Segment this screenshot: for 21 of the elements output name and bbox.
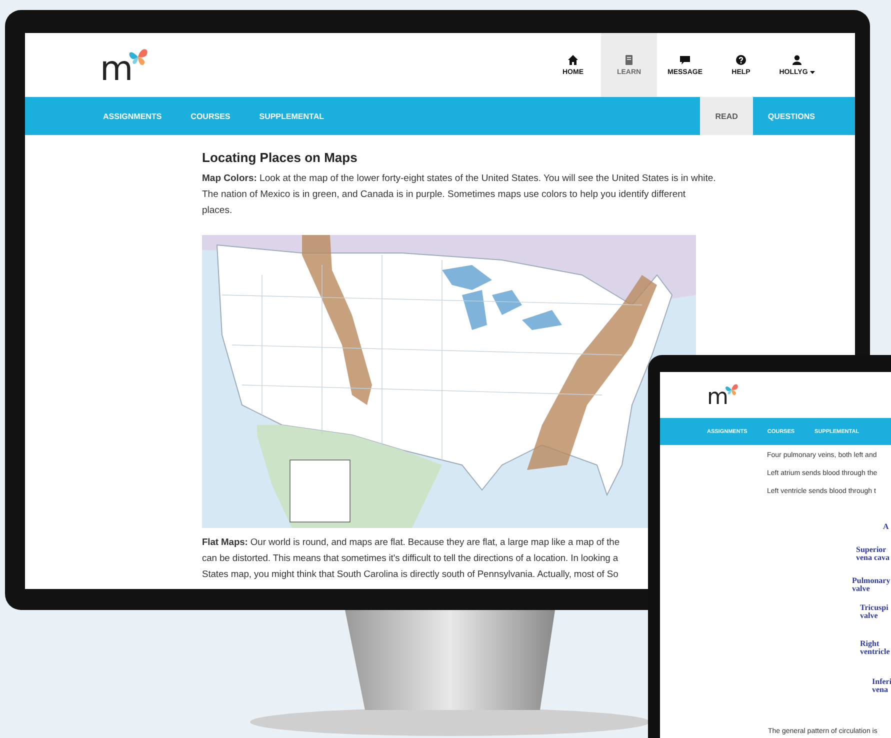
home-icon (568, 54, 578, 64)
subnav-link[interactable]: COURSES (190, 112, 230, 120)
user-icon (792, 54, 802, 64)
subnav-tab[interactable]: READ (700, 97, 753, 135)
lesson-title: Locating Places on Maps (202, 150, 358, 165)
subnav-link[interactable]: SUPPLEMENTAL (259, 112, 324, 120)
help-icon (736, 54, 746, 64)
body-paragraph: Flat Maps: Our world is round, and maps are flat. Because they are flat, a large map like a map of the can be distorted. This means that sometimes it's difficult to tell the directions of a location. In looking a States map, you might think that South Carolina is directly south of Pennsylvania. Actually, most of So (202, 535, 620, 581)
diagram-label: Inferi vena (872, 678, 891, 694)
book-icon (624, 54, 634, 64)
logo[interactable]: m (100, 46, 150, 84)
chat-bubble-icon (680, 54, 690, 64)
logo[interactable]: m (707, 382, 740, 408)
diagram-label: Superior vena cava (856, 546, 890, 562)
subnav-tab[interactable]: QUESTIONS (752, 97, 830, 135)
diagram-label: A (883, 523, 889, 531)
subnav-link[interactable]: ASSIGNMENTS (103, 112, 162, 120)
diagram-label: Tricuspi valve (860, 604, 888, 620)
diagram-label: Pulmonary valve (852, 577, 890, 593)
diagram-label: Right ventricle (860, 640, 890, 656)
intro-paragraph: Map Colors: Look at the map of the lower forty-eight states of the United States. You will see the United States is in white. The nation of Mexico is in green, and Canada is in purple. Sometimes maps use colors to help you identify different places. (202, 172, 717, 218)
